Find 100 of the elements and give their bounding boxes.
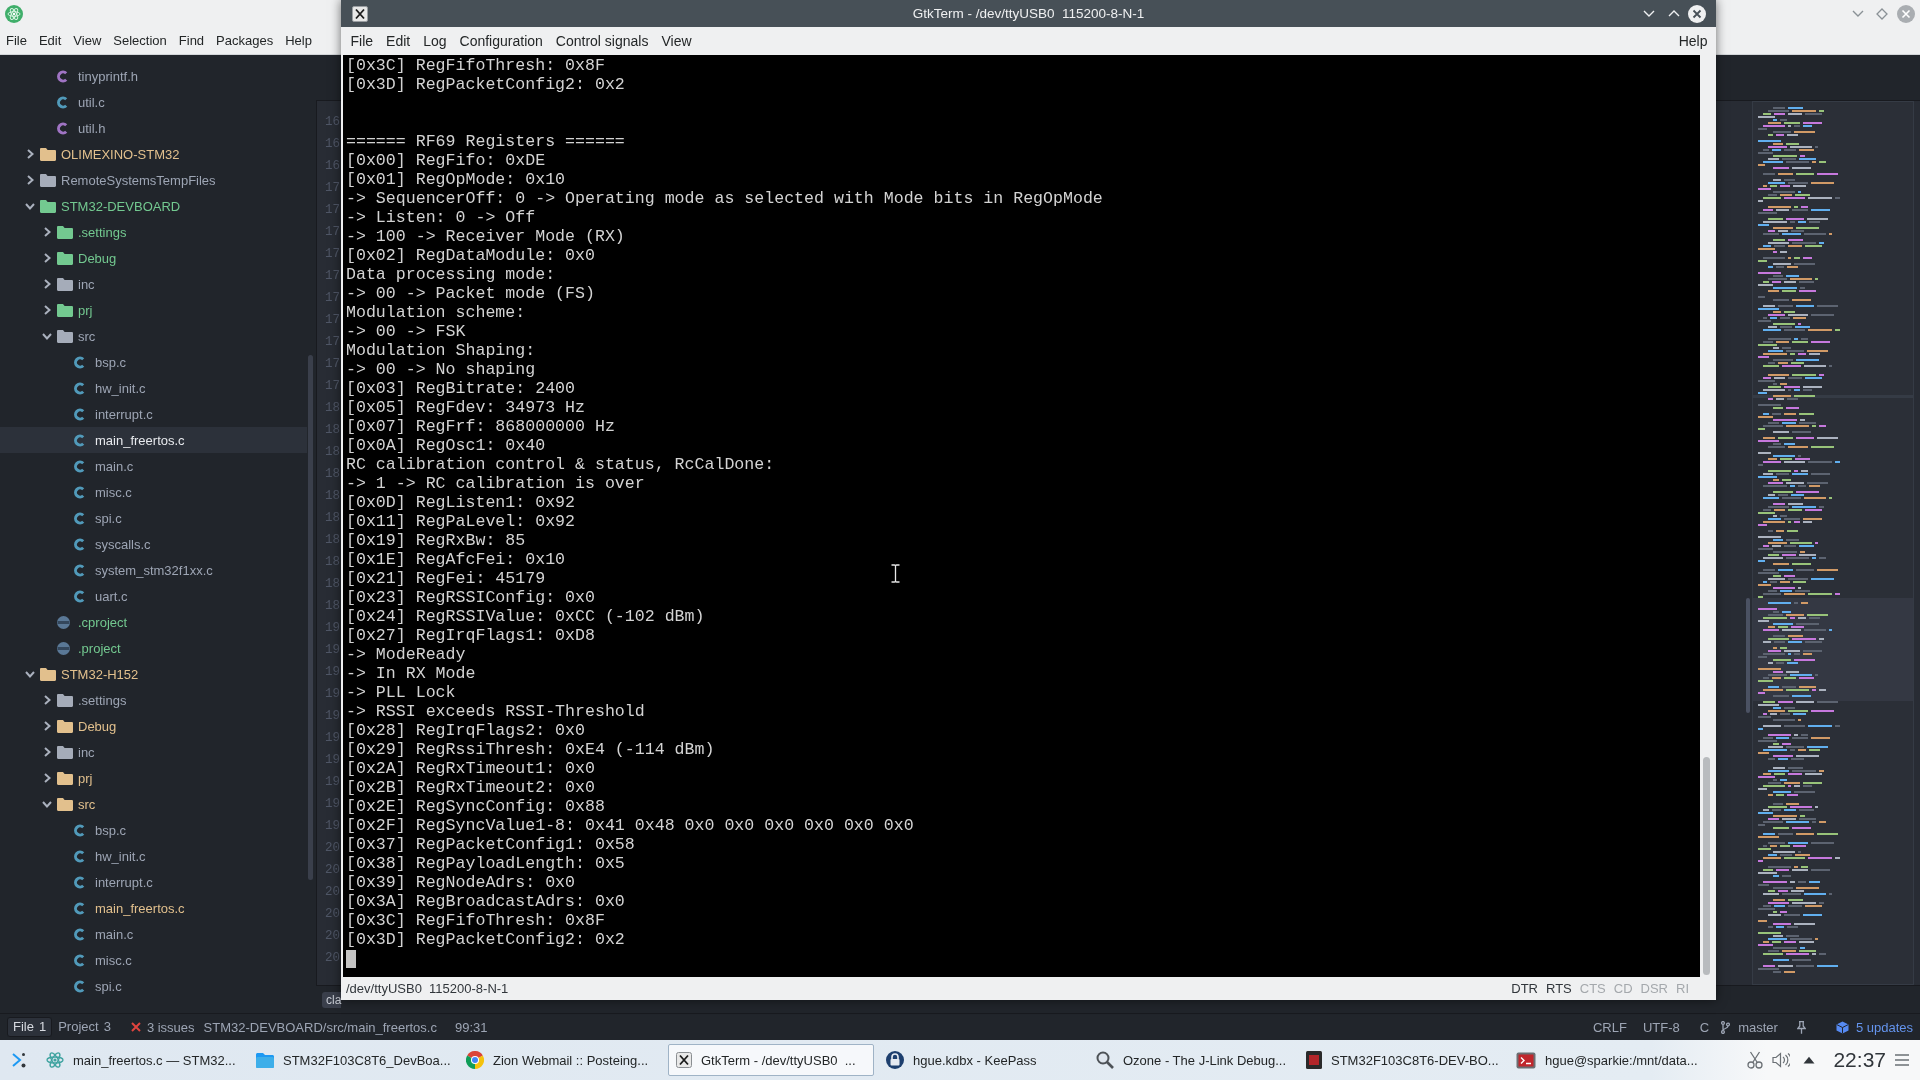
line-ending[interactable]: CRLF — [1592, 1019, 1627, 1035]
menu-item[interactable]: Selection — [107, 30, 173, 51]
tree-entry[interactable]: main.c — [74, 458, 134, 474]
linter-tab[interactable]: Project 3 — [52, 1017, 117, 1037]
menu-item[interactable]: Help — [279, 30, 318, 51]
chevron-down-icon[interactable] — [25, 670, 35, 678]
chevron-right-icon[interactable] — [43, 279, 51, 289]
tree-entry[interactable]: hw_init.c — [74, 380, 146, 396]
branch-button[interactable]: master — [1721, 1019, 1778, 1035]
scrollbar-thumb[interactable] — [308, 355, 313, 880]
tree-folder[interactable]: prj — [57, 302, 93, 318]
chevron-right-icon[interactable] — [43, 227, 51, 237]
chevron-right-icon[interactable] — [43, 721, 51, 731]
chevron-right-icon[interactable] — [43, 747, 51, 757]
menu-item[interactable]: Find — [172, 30, 211, 51]
file-path[interactable]: STM32-DEVBOARD/src/main_freertos.c — [203, 1019, 437, 1035]
terminal-screen[interactable] — [343, 55, 1700, 977]
scrollbar-thumb[interactable] — [1703, 757, 1710, 975]
issues-link[interactable]: 3 issues — [130, 1019, 195, 1035]
terminal-line: [0x3C] RegFifoThresh: 0x8F — [346, 911, 605, 930]
chevron-right-icon[interactable] — [43, 253, 51, 263]
scissors-icon[interactable] — [1747, 1051, 1764, 1069]
tree-folder[interactable]: src — [57, 328, 96, 344]
tree-entry[interactable]: tinyprintf.h — [57, 68, 138, 84]
tree-folder[interactable]: .settings — [57, 224, 127, 240]
tree-entry[interactable]: main_freertos.c — [74, 900, 185, 916]
signal-indicator: RTS — [1546, 981, 1572, 996]
task-button[interactable]: hgue@sparkie:/mnt/data... — [1508, 1044, 1714, 1076]
chevron-down-icon[interactable] — [25, 202, 35, 210]
tree-entry[interactable]: spi.c — [74, 510, 122, 526]
cursor-position[interactable]: 99:31 — [454, 1019, 488, 1035]
tree-entry[interactable]: .project — [57, 640, 121, 656]
menu-item[interactable]: Edit — [379, 31, 417, 51]
chevron-down-icon[interactable] — [42, 332, 52, 340]
task-button[interactable]: Zion Webmail :: Posteing... — [458, 1044, 664, 1076]
chevron-right-icon[interactable] — [26, 175, 34, 185]
tree-folder[interactable]: Debug — [57, 250, 117, 266]
menu-item[interactable]: View — [654, 31, 699, 51]
c-letter-icon — [74, 563, 85, 577]
task-button[interactable]: Ozone - The J-Link Debug... — [1088, 1044, 1294, 1076]
menu-item[interactable]: Control signals — [549, 31, 655, 51]
menu-item[interactable]: Help — [1672, 31, 1714, 51]
tree-folder[interactable]: OLIMEXINO-STM32 — [40, 146, 180, 162]
chevron-down-icon[interactable] — [42, 800, 52, 808]
tree-entry[interactable]: hw_init.c — [74, 848, 146, 864]
clock[interactable]: 22:37 — [1833, 1048, 1886, 1072]
linter-tab[interactable]: File 1 — [7, 1017, 53, 1037]
menu-item[interactable]: Configuration — [453, 31, 550, 51]
tree-folder[interactable]: prj — [57, 770, 93, 786]
task-button[interactable]: main_freertos.c — STM32... — [38, 1044, 244, 1076]
task-button[interactable]: GtkTerm - /dev/ttyUSB0 ... — [668, 1044, 874, 1076]
tree-entry[interactable]: interrupt.c — [74, 874, 153, 890]
tree-entry[interactable]: util.c — [57, 94, 105, 110]
tree-entry[interactable]: system_stm32f1xx.c — [74, 562, 213, 578]
tree-entry[interactable]: uart.c — [74, 588, 128, 604]
task-button[interactable]: STM32F103C8T6_DevBoa... — [248, 1044, 454, 1076]
tree-folder[interactable]: Debug — [57, 718, 117, 734]
tree-entry[interactable]: bsp.c — [74, 822, 127, 838]
updates-link[interactable]: 5 updates — [1835, 1019, 1913, 1035]
tree-folder[interactable]: inc — [57, 744, 95, 760]
grammar[interactable]: C — [1699, 1019, 1710, 1035]
signal-indicator: RI — [1676, 981, 1689, 996]
tree-entry[interactable]: util.h — [57, 120, 106, 136]
tree-entry[interactable]: misc.c — [74, 484, 132, 500]
encoding[interactable]: UTF-8 — [1642, 1019, 1680, 1035]
tree-entry[interactable]: bsp.c — [74, 354, 127, 370]
speaker-icon[interactable] — [1772, 1052, 1791, 1068]
tree-folder[interactable]: src — [57, 796, 96, 812]
menu-item[interactable]: Packages — [210, 30, 280, 51]
tree-folder[interactable]: .settings — [57, 692, 127, 708]
tree-entry[interactable]: spi.c — [74, 978, 122, 994]
menu-item[interactable]: Log — [416, 31, 454, 51]
port-status: /dev/ttyUSB0 115200-8-N-1 — [346, 981, 509, 996]
menu-icon[interactable] — [1895, 1054, 1909, 1066]
code-minimap[interactable] — [1752, 101, 1914, 985]
tree-folder[interactable]: RemoteSystemsTempFiles — [40, 172, 216, 188]
menu-item[interactable]: View — [67, 30, 108, 51]
close-icon[interactable] — [1688, 4, 1706, 23]
tree-entry[interactable]: misc.c — [74, 952, 132, 968]
pin-icon[interactable] — [1796, 1020, 1806, 1034]
tree-entry[interactable]: interrupt.c — [74, 406, 153, 422]
x-logo-icon[interactable] — [352, 5, 368, 22]
chevron-right-icon[interactable] — [43, 305, 51, 315]
tree-folder[interactable]: STM32-H152 — [40, 666, 139, 682]
task-button[interactable]: hgue.kdbx - KeePass — [878, 1044, 1084, 1076]
menu-item[interactable]: File — [0, 30, 33, 51]
menu-item[interactable]: Edit — [32, 30, 68, 51]
tree-folder[interactable]: inc — [57, 276, 95, 292]
chevron-right-icon[interactable] — [43, 773, 51, 783]
tree-entry[interactable]: syscalls.c — [74, 536, 151, 552]
tree-entry[interactable]: main.c — [74, 926, 134, 942]
tree-folder[interactable]: STM32-DEVBOARD — [40, 198, 181, 214]
status-chip[interactable]: cla — [322, 991, 342, 1008]
chevron-right-icon[interactable] — [26, 149, 34, 159]
arrow-up-icon[interactable] — [1803, 1056, 1816, 1064]
chevron-right-icon[interactable] — [43, 695, 51, 705]
scrollbar-thumb[interactable] — [1746, 598, 1750, 713]
tree-entry[interactable]: .cproject — [57, 614, 128, 630]
menu-item[interactable]: File — [344, 31, 380, 51]
task-button[interactable]: STM32F103C8T6-DEV-BO... — [1298, 1044, 1504, 1076]
